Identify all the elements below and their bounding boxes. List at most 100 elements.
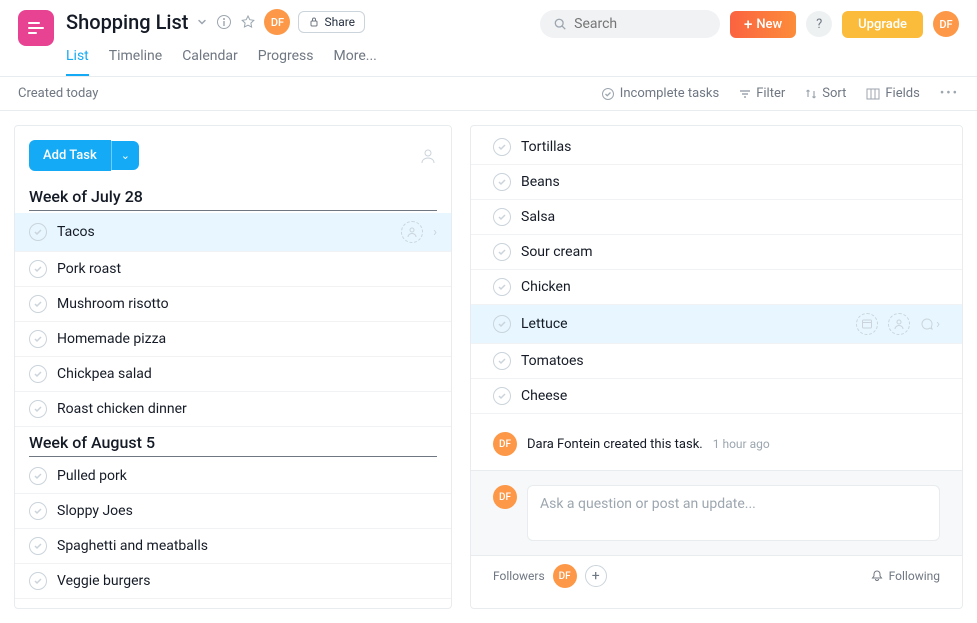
tab-calendar[interactable]: Calendar xyxy=(182,42,238,76)
task-row[interactable]: Veggie burgers xyxy=(15,564,451,599)
task-name: Veggie burgers xyxy=(57,573,437,589)
follower-avatar[interactable]: DF xyxy=(553,564,577,588)
add-task-button[interactable]: Add Task xyxy=(29,140,111,171)
upgrade-button[interactable]: Upgrade xyxy=(842,11,923,38)
complete-checkbox[interactable] xyxy=(493,315,511,333)
task-list-panel: Add Task ⌄ Week of July 28 Tacos › Pork roa… xyxy=(14,125,452,609)
search-box[interactable] xyxy=(540,10,720,38)
add-task-dropdown[interactable]: ⌄ xyxy=(111,141,139,170)
sort-icon xyxy=(805,88,817,100)
filter-icon xyxy=(739,88,751,100)
assignee-icon[interactable] xyxy=(419,147,437,165)
chevron-down-icon[interactable] xyxy=(196,16,208,28)
subtask-row[interactable]: Lettuce › xyxy=(471,305,962,344)
user-avatar-menu[interactable]: DF xyxy=(933,11,959,37)
complete-checkbox[interactable] xyxy=(493,352,511,370)
new-button[interactable]: +New xyxy=(730,11,796,38)
section-title[interactable]: Week of August 5 xyxy=(29,433,437,457)
assignee-placeholder-icon[interactable] xyxy=(401,221,423,243)
info-icon[interactable] xyxy=(216,14,232,30)
followers-label: Followers xyxy=(493,569,545,583)
fields-icon xyxy=(866,88,880,100)
more-options-icon[interactable]: ••• xyxy=(940,86,959,101)
user-avatar[interactable]: DF xyxy=(264,9,290,35)
help-button[interactable]: ? xyxy=(806,11,832,37)
complete-checkbox[interactable] xyxy=(29,365,47,383)
project-title[interactable]: Shopping List xyxy=(66,10,188,34)
share-button[interactable]: Share xyxy=(298,11,365,33)
subtask-row[interactable]: Salsa xyxy=(471,200,962,235)
tab-timeline[interactable]: Timeline xyxy=(109,42,162,76)
subtask-name: Beans xyxy=(521,174,940,190)
task-row[interactable]: Homemade pizza xyxy=(15,322,451,357)
complete-checkbox[interactable] xyxy=(29,330,47,348)
task-row[interactable]: Chickpea salad xyxy=(15,357,451,392)
section-title[interactable]: Week of July 28 xyxy=(29,187,437,211)
complete-checkbox[interactable] xyxy=(493,173,511,191)
tab-more[interactable]: More... xyxy=(334,42,377,76)
complete-checkbox[interactable] xyxy=(29,260,47,278)
task-name: Sloppy Joes xyxy=(57,503,437,519)
task-row[interactable]: Sloppy Joes xyxy=(15,494,451,529)
task-name: Spaghetti and meatballs xyxy=(57,538,437,554)
star-icon[interactable] xyxy=(240,14,256,30)
complete-checkbox[interactable] xyxy=(493,138,511,156)
following-button[interactable]: Following xyxy=(870,569,940,583)
complete-checkbox[interactable] xyxy=(29,400,47,418)
complete-checkbox[interactable] xyxy=(29,467,47,485)
date-placeholder-icon[interactable] xyxy=(856,313,878,335)
bell-icon xyxy=(870,569,884,583)
subtask-name: Tortillas xyxy=(521,139,940,155)
task-row[interactable]: Mushroom risotto xyxy=(15,287,451,322)
task-name: Pulled pork xyxy=(57,468,437,484)
activity-text: Dara Fontein created this task. xyxy=(527,437,703,452)
complete-checkbox[interactable] xyxy=(29,295,47,313)
project-icon[interactable] xyxy=(18,10,54,46)
task-row[interactable]: Tacos › xyxy=(15,213,451,252)
task-row[interactable]: Pulled pork xyxy=(15,459,451,494)
lock-icon xyxy=(308,16,320,28)
search-icon xyxy=(554,17,566,31)
complete-checkbox[interactable] xyxy=(29,572,47,590)
sort-button[interactable]: Sort xyxy=(805,86,846,101)
subtask-name: Salsa xyxy=(521,209,940,225)
activity-avatar: DF xyxy=(493,432,517,456)
complete-checkbox[interactable] xyxy=(493,278,511,296)
subtask-name: Lettuce xyxy=(521,316,846,332)
task-name: Tacos xyxy=(57,224,391,240)
subtask-row[interactable]: Cheese xyxy=(471,379,962,414)
subtask-row[interactable]: Tortillas xyxy=(471,130,962,165)
task-row[interactable]: Pork roast xyxy=(15,252,451,287)
filter-button[interactable]: Filter xyxy=(739,86,785,101)
subtask-name: Cheese xyxy=(521,388,940,404)
tab-progress[interactable]: Progress xyxy=(258,42,314,76)
task-name: Mushroom risotto xyxy=(57,296,437,312)
task-name: Homemade pizza xyxy=(57,331,437,347)
task-row[interactable]: Roast chicken dinner xyxy=(15,392,451,427)
assignee-placeholder-icon[interactable] xyxy=(888,313,910,335)
complete-checkbox[interactable] xyxy=(493,243,511,261)
complete-checkbox[interactable] xyxy=(29,502,47,520)
subtask-row[interactable]: Sour cream xyxy=(471,235,962,270)
comment-input[interactable]: Ask a question or post an update... xyxy=(527,485,940,541)
subtask-name: Sour cream xyxy=(521,244,940,260)
comment-icon[interactable]: › xyxy=(920,317,940,332)
subtask-row[interactable]: Beans xyxy=(471,165,962,200)
complete-checkbox[interactable] xyxy=(29,537,47,555)
chevron-right-icon: › xyxy=(433,225,437,240)
subtask-row[interactable]: Tomatoes xyxy=(471,344,962,379)
complete-checkbox[interactable] xyxy=(493,208,511,226)
search-input[interactable] xyxy=(574,16,706,32)
complete-checkbox[interactable] xyxy=(29,223,47,241)
comment-avatar: DF xyxy=(493,485,517,509)
incomplete-tasks-filter[interactable]: Incomplete tasks xyxy=(601,86,719,101)
subtask-row[interactable]: Chicken xyxy=(471,270,962,305)
created-label: Created today xyxy=(18,86,98,101)
complete-checkbox[interactable] xyxy=(493,387,511,405)
add-follower-button[interactable]: + xyxy=(585,565,607,587)
fields-button[interactable]: Fields xyxy=(866,86,919,101)
check-circle-icon xyxy=(601,87,615,101)
tab-list[interactable]: List xyxy=(66,42,89,76)
task-row[interactable]: Spaghetti and meatballs xyxy=(15,529,451,564)
task-name: Pork roast xyxy=(57,261,437,277)
